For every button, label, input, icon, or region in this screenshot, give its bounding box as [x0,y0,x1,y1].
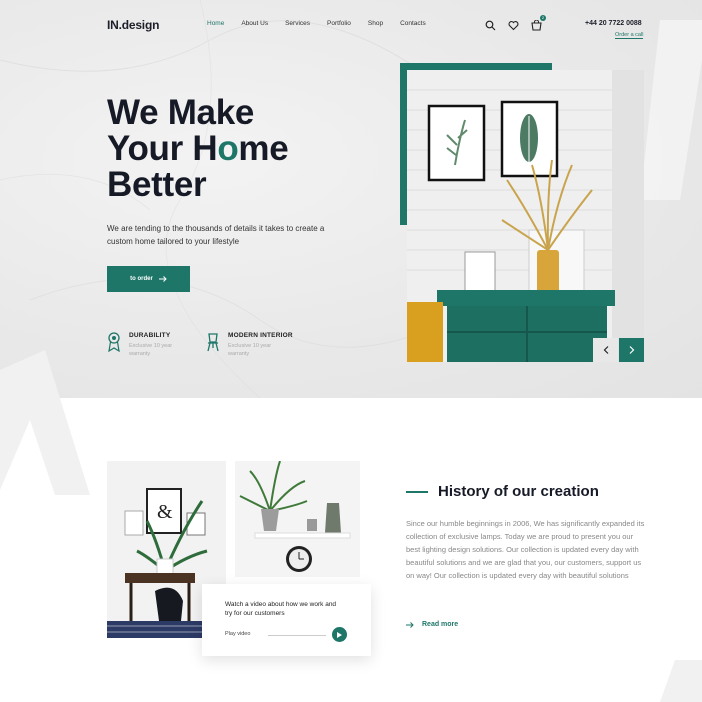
logo[interactable]: IN.design [107,18,159,32]
slider-next-button[interactable] [619,338,644,362]
video-card: Watch a video about how we work and try … [202,584,371,656]
arrow-right-icon [158,276,167,282]
page: IN.design Home About Us Services Portfol… [0,0,702,702]
feature-durability: DURABILITY Exclusive 10 year warranty [107,332,179,358]
order-button[interactable]: to order [107,266,190,292]
chevron-right-icon [629,346,634,354]
feature-desc: Exclusive 10 year warranty [129,343,173,357]
chevron-left-icon [603,346,608,354]
heart-icon[interactable] [508,18,519,31]
play-icon [337,631,342,638]
section-title-dash [406,491,428,493]
history-text: Since our humble beginnings in 2006, We … [406,519,645,580]
read-more-label: Read more [422,621,459,628]
slider-prev-button[interactable] [593,338,618,362]
interior-photo-shelf [235,461,360,577]
play-button[interactable] [332,627,347,642]
header-icons: 2 [485,15,546,31]
nav-portfolio[interactable]: Portfolio [327,20,351,27]
hero-subtitle: We are tending to the thousands of detai… [107,224,325,246]
video-progress-line [268,635,326,636]
history-title: History of our creation [438,483,599,500]
nav-home[interactable]: Home [207,20,224,27]
decorative-corner [660,660,702,702]
feature-title: MODERN INTERIOR [228,332,293,339]
nav-services[interactable]: Services [285,20,310,27]
search-icon[interactable] [485,18,496,31]
nav-shop[interactable]: Shop [368,20,383,27]
chair-icon [207,333,219,352]
medal-icon [108,332,120,352]
main-nav: Home About Us Services Portfolio Shop Co… [207,20,443,27]
feature-desc: Exclusive 10 year warranty [228,343,272,357]
hero-title-accent: o [217,129,239,168]
order-call-link[interactable]: Order a call [615,32,644,39]
hero-image [407,70,644,362]
phone-number[interactable]: +44 20 7722 0088 [585,20,642,27]
video-title: Watch a video about how we work and try … [225,601,337,617]
nav-contacts[interactable]: Contacts [400,20,426,27]
hero-title: We Make Your Home Better [107,95,289,203]
feature-modern-interior: MODERN INTERIOR Exclusive 10 year warran… [206,332,293,358]
order-button-label: to order [130,276,153,282]
arrow-right-icon [406,621,414,628]
cart-icon[interactable]: 2 [531,15,546,31]
cart-count-badge: 2 [540,15,546,21]
decorative-letter-left [0,350,90,495]
feature-title: DURABILITY [129,332,171,339]
read-more-link[interactable]: Read more [406,621,458,628]
svg-text:&: & [157,501,173,523]
play-video-label[interactable]: Play video [225,631,250,637]
nav-about[interactable]: About Us [241,20,268,27]
